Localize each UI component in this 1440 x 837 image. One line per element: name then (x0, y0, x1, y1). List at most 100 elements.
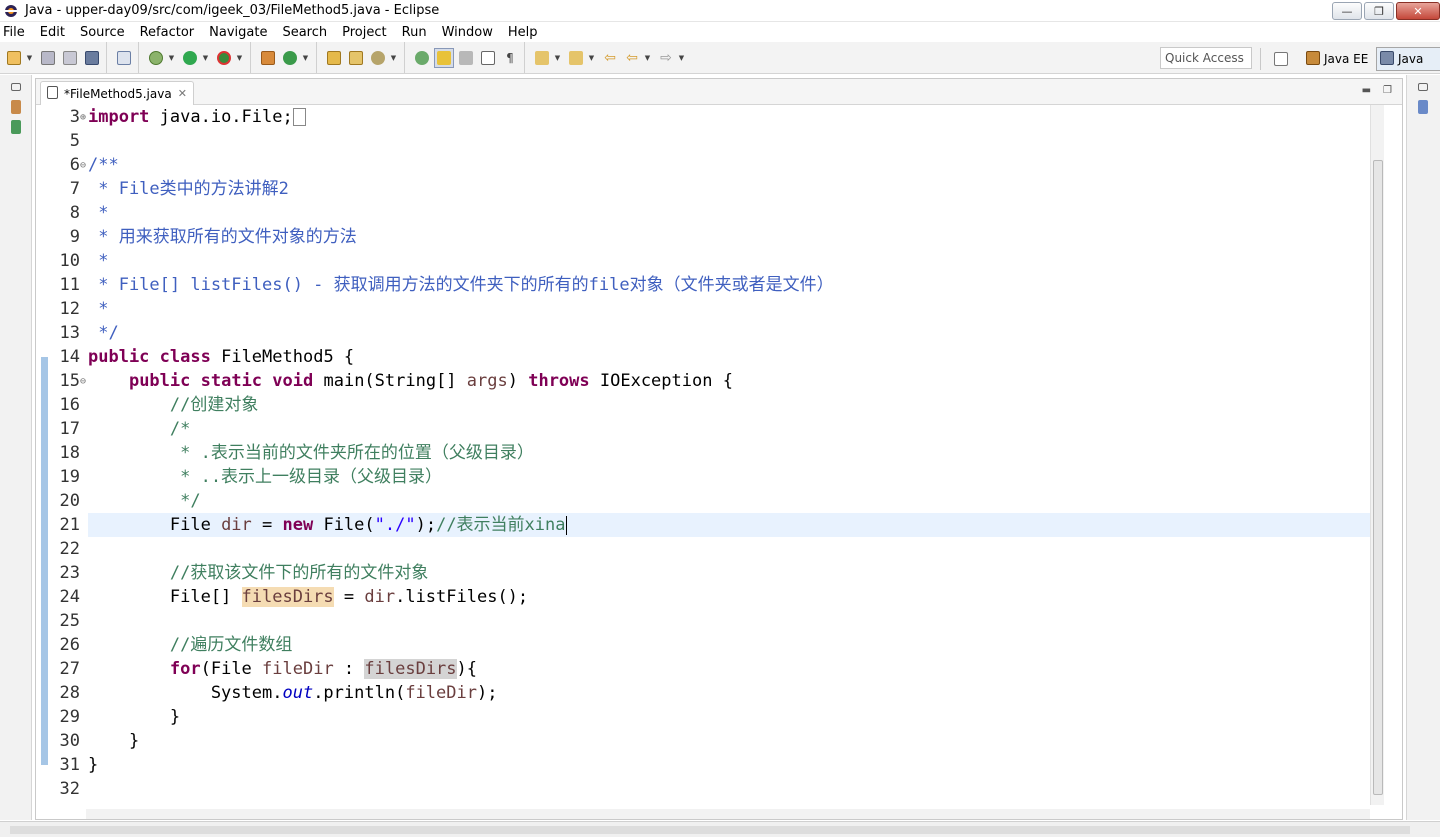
code-line[interactable]: * File类中的方法讲解2 (88, 177, 1370, 201)
code-line[interactable]: public class FileMethod5 { (88, 345, 1370, 369)
code-line[interactable]: for(File fileDir : filesDirs){ (88, 657, 1370, 681)
code-line[interactable]: } (88, 753, 1370, 777)
print-icon[interactable] (82, 48, 102, 68)
code-line[interactable]: import java.io.File; (88, 105, 1370, 129)
expand-fold-icon[interactable]: ⊕ (80, 112, 86, 123)
outline-icon[interactable] (1415, 99, 1431, 115)
code-line[interactable]: /** (88, 153, 1370, 177)
previous-edit-icon[interactable] (566, 48, 586, 68)
save-all-icon[interactable] (60, 48, 80, 68)
code-line[interactable] (88, 129, 1370, 153)
code-text[interactable]: import java.io.File;/** * File类中的方法讲解2 *… (88, 105, 1370, 801)
menu-project[interactable]: Project (334, 25, 393, 40)
collapse-fold-icon[interactable]: ⊖ (80, 160, 86, 171)
folded-import-marker[interactable] (292, 108, 306, 126)
code-line[interactable]: * (88, 249, 1370, 273)
previous-edit-dropdown-icon[interactable]: ▼ (587, 48, 596, 68)
code-line[interactable]: //获取该文件下的所有的文件对象 (88, 561, 1370, 585)
code-line[interactable]: //遍历文件数组 (88, 633, 1370, 657)
skip-breakpoints-icon[interactable] (114, 48, 134, 68)
horizontal-scrollbar[interactable] (86, 809, 1370, 819)
close-button[interactable]: ✕ (1396, 2, 1440, 20)
coverage-dropdown-icon[interactable]: ▼ (235, 48, 244, 68)
code-line[interactable]: System.out.println(fileDir); (88, 681, 1370, 705)
run-icon[interactable] (180, 48, 200, 68)
code-line[interactable] (88, 537, 1370, 561)
toggle-mark-occurrences-icon[interactable] (434, 47, 454, 68)
menu-run[interactable]: Run (394, 25, 434, 40)
code-line[interactable]: * File[] listFiles() - 获取调用方法的文件夹下的所有的fi… (88, 273, 1370, 297)
code-line[interactable]: } (88, 729, 1370, 753)
last-edit-location-icon[interactable]: ⇦ (600, 48, 620, 68)
perspective-java[interactable]: Java (1376, 47, 1440, 71)
code-line[interactable] (88, 777, 1370, 801)
open-perspective-icon[interactable] (1271, 49, 1291, 69)
line-number: 31 (59, 755, 80, 775)
debug-dropdown-icon[interactable]: ▼ (167, 48, 176, 68)
code-line[interactable]: */ (88, 321, 1370, 345)
status-bar (0, 821, 1440, 837)
code-line[interactable]: public static void main(String[] args) t… (88, 369, 1370, 393)
menu-search[interactable]: Search (274, 25, 334, 40)
show-whitespace-icon[interactable]: ¶ (500, 48, 520, 68)
block-selection-icon[interactable] (478, 48, 498, 68)
perspective-java-ee[interactable]: Java EE (1303, 48, 1371, 70)
vertical-scrollbar-thumb[interactable] (1373, 160, 1383, 795)
maximize-editor-icon[interactable]: ❐ (1383, 85, 1392, 96)
code-line[interactable]: /* (88, 417, 1370, 441)
search-icon[interactable] (368, 48, 388, 68)
run-dropdown-icon[interactable]: ▼ (201, 48, 210, 68)
back-dropdown-icon[interactable]: ▼ (643, 48, 652, 68)
restore-view-icon[interactable] (8, 79, 24, 95)
menu-refactor[interactable]: Refactor (132, 25, 202, 40)
new-java-class-icon[interactable] (280, 48, 300, 68)
code-line[interactable]: File[] filesDirs = dir.listFiles(); (88, 585, 1370, 609)
maximize-button[interactable]: ❐ (1364, 2, 1394, 20)
code-line[interactable]: * 用来获取所有的文件对象的方法 (88, 225, 1370, 249)
code-line[interactable]: */ (88, 489, 1370, 513)
new-dropdown-icon[interactable]: ▼ (25, 48, 34, 68)
next-annotation-icon[interactable] (412, 48, 432, 68)
minimize-button[interactable]: — (1332, 2, 1362, 20)
menu-edit[interactable]: Edit (32, 25, 72, 40)
debug-icon[interactable] (146, 48, 166, 68)
code-editor[interactable]: 3 5 6 7 8 9 10 11 12 13 14 15 16 17 18 19 20 21 22 23 24 25 26… (36, 105, 1402, 821)
save-icon[interactable] (38, 48, 58, 68)
back-icon[interactable]: ⇦ (622, 48, 642, 68)
code-line[interactable]: File dir = new File("./");//表示当前xina (88, 513, 1370, 537)
close-tab-icon[interactable]: ✕ (178, 87, 187, 100)
toggle-breadcrumb-icon[interactable] (456, 48, 476, 68)
next-edit-dropdown-icon[interactable]: ▼ (553, 48, 562, 68)
code-line[interactable] (88, 609, 1370, 633)
open-type-icon[interactable] (324, 48, 344, 68)
next-edit-icon[interactable] (532, 48, 552, 68)
package-explorer-icon[interactable] (8, 99, 24, 115)
editor-tab[interactable]: *FileMethod5.java ✕ (40, 81, 194, 105)
line-number: 29 (59, 707, 80, 727)
code-line[interactable]: * (88, 201, 1370, 225)
coverage-icon[interactable] (214, 48, 234, 68)
minimize-editor-icon[interactable]: ▬ (1362, 85, 1371, 96)
code-line[interactable]: * ..表示上一级目录（父级目录） (88, 465, 1370, 489)
code-line[interactable]: * .表示当前的文件夹所在的位置（父级目录） (88, 441, 1370, 465)
collapse-fold-icon[interactable]: ⊖ (80, 376, 86, 387)
new-java-package-icon[interactable] (258, 48, 278, 68)
menu-source[interactable]: Source (72, 25, 132, 40)
menu-help[interactable]: Help (500, 25, 545, 40)
type-hierarchy-icon[interactable] (8, 119, 24, 135)
code-line[interactable]: } (88, 705, 1370, 729)
vertical-scrollbar[interactable] (1370, 105, 1384, 805)
quick-access-input[interactable]: Quick Access (1160, 47, 1252, 69)
open-task-icon[interactable] (346, 48, 366, 68)
menu-navigate[interactable]: Navigate (201, 25, 274, 40)
search-dropdown-icon[interactable]: ▼ (389, 48, 398, 68)
forward-dropdown-icon[interactable]: ▼ (677, 48, 686, 68)
code-line[interactable]: * (88, 297, 1370, 321)
code-line[interactable]: //创建对象 (88, 393, 1370, 417)
restore-right-view-icon[interactable] (1415, 79, 1431, 95)
menu-window[interactable]: Window (434, 25, 500, 40)
menu-file[interactable]: File (0, 25, 32, 40)
forward-icon[interactable]: ⇨ (656, 48, 676, 68)
new-icon[interactable] (4, 48, 24, 68)
new-class-dropdown-icon[interactable]: ▼ (301, 48, 310, 68)
